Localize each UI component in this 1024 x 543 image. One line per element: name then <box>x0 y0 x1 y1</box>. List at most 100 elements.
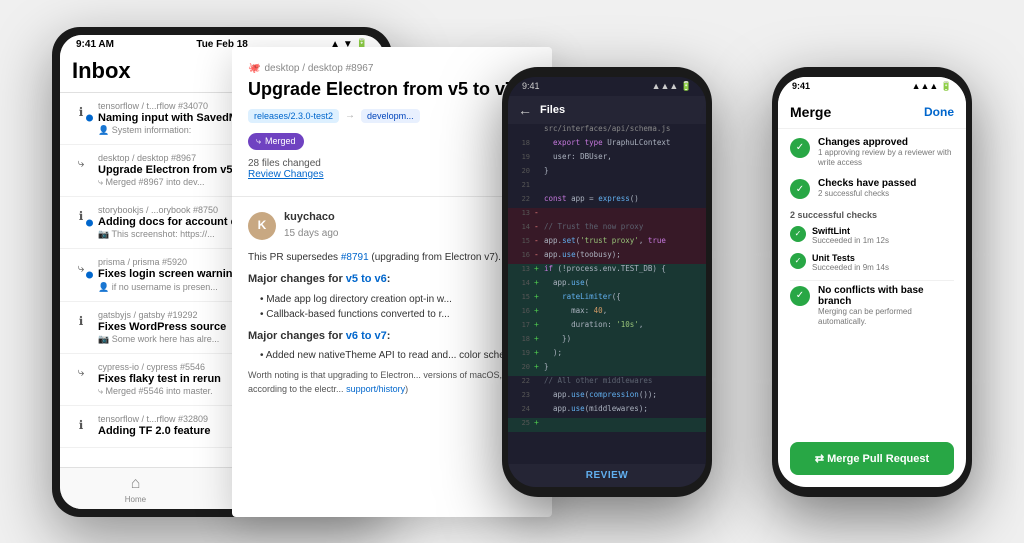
commenter-info: kuychaco 15 days ago <box>284 209 339 243</box>
code-line: 24 app.use(middlewares); <box>508 404 706 418</box>
check-approved-info: Changes approved 1 approving review by a… <box>818 137 954 169</box>
item-icon: ℹ <box>72 416 90 434</box>
unread-dot <box>86 272 93 279</box>
code-line-removed: 16 - app.use(toobusy); <box>508 250 706 264</box>
code-line-removed: 15 - app.set('trust proxy', true <box>508 236 706 250</box>
merge-status-bar: 9:41 ▲▲▲ 🔋 <box>778 77 966 96</box>
item-icon: ⤷ <box>72 155 90 173</box>
no-conflict-icon: ✓ <box>790 286 810 306</box>
check-approved-icon: ✓ <box>790 138 810 158</box>
code-line: 23 app.use(compression()); <box>508 390 706 404</box>
files-title: Files <box>540 104 565 116</box>
merged-badge-container: ⤷ Merged <box>248 131 536 150</box>
tablet-time: 9:41 AM <box>76 39 114 50</box>
unittests-name: Unit Tests <box>812 253 889 263</box>
branch-arrow-icon: → <box>345 110 355 121</box>
no-conflict-info: No conflicts with base branch Merging ca… <box>818 285 954 328</box>
sub-check-unittests: ✓ Unit Tests Succeeded in 9m 14s <box>790 253 954 272</box>
back-arrow-icon[interactable]: ← <box>518 102 532 118</box>
section-title: 2 successful checks <box>790 210 954 220</box>
pr-title: Upgrade Electron from v5 to v7 <box>248 78 536 101</box>
merge-body: ✓ Changes approved 1 approving review by… <box>778 129 966 434</box>
no-conflict-sub: Merging can be performed automatically. <box>818 307 954 328</box>
merge-pull-request-button[interactable]: ⇄ Merge Pull Request <box>790 442 954 475</box>
changes-v5-header: Major changes for v5 to v6: <box>248 271 536 288</box>
code-line-removed: 13 - <box>508 208 706 222</box>
check-approved-title: Changes approved <box>818 137 954 148</box>
check-passed-title: Checks have passed <box>818 178 916 189</box>
pr-repo-text: desktop / desktop #8967 <box>264 63 373 74</box>
code-line-added: 14 + app.use( <box>508 278 706 292</box>
merge-title: Merge <box>790 104 831 120</box>
branch-to: developm... <box>361 109 420 123</box>
swiftlint-time: Succeeded in 1m 12s <box>812 236 889 245</box>
unread-dot <box>86 219 93 226</box>
code-area: src/interfaces/api/schema.js 18 export t… <box>508 124 706 464</box>
item-icon: ⤷ <box>72 364 90 382</box>
octocat-icon: 🐙 <box>248 63 260 74</box>
code-line-added: 18 + }) <box>508 334 706 348</box>
unittests-time: Succeeded in 9m 14s <box>812 263 889 272</box>
no-conflict-item: ✓ No conflicts with base branch Merging … <box>790 280 954 328</box>
code-phone-header: ← Files <box>508 96 706 124</box>
code-line: 18 export type UraphuLContext <box>508 138 706 152</box>
change-bullet-3: • Added new nativeTheme API to read and.… <box>260 348 536 363</box>
pr-comment-header: K kuychaco 15 days ago <box>248 209 536 243</box>
code-phone-status: 9:41 ▲▲▲ 🔋 <box>508 77 706 96</box>
code-line-added: 25 + <box>508 418 706 432</box>
pr-link[interactable]: #8791 <box>341 252 369 263</box>
unittests-icon: ✓ <box>790 253 806 269</box>
pr-repo-path: 🐙 desktop / desktop #8967 <box>248 63 536 74</box>
merge-footer: ⇄ Merge Pull Request <box>778 434 966 487</box>
scene: 9:41 AM Tue Feb 18 ▲ ▼ 🔋 Inbox ≡ ℹ tenso… <box>32 17 992 527</box>
change-bullet-2: • Callback-based functions converted to … <box>260 307 536 322</box>
change-bullet-1: • Made app log directory creation opt-in… <box>260 292 536 307</box>
code-phone-screen: 9:41 ▲▲▲ 🔋 ← Files src/interfaces/api/sc… <box>508 77 706 487</box>
pr-branch-bar: releases/2.3.0-test2 → developm... <box>248 109 536 123</box>
code-line-removed: 14 - // Trust the now proxy <box>508 222 706 236</box>
merged-badge: ⤷ Merged <box>248 133 304 150</box>
inbox-title: Inbox <box>72 58 131 84</box>
merge-icon: ⤷ <box>256 136 261 147</box>
check-passed-icon: ✓ <box>790 179 810 199</box>
unittests-info: Unit Tests Succeeded in 9m 14s <box>812 253 889 272</box>
tab-home[interactable]: ⌂ Home <box>125 475 146 504</box>
code-line: 22 const app = express() <box>508 194 706 208</box>
item-icon: ℹ <box>72 312 90 330</box>
code-line-added: 13 + if (!process.env.TEST_DB) { <box>508 264 706 278</box>
comment-date: 15 days ago <box>284 226 339 242</box>
merge-phone-device: 9:41 ▲▲▲ 🔋 Merge Done ✓ Changes approved… <box>772 67 972 497</box>
commenter-avatar: K <box>248 212 276 240</box>
filename-text: src/interfaces/api/schema.js <box>544 124 702 133</box>
check-item-approved: ✓ Changes approved 1 approving review by… <box>790 137 954 169</box>
done-button[interactable]: Done <box>924 105 954 119</box>
no-conflict-title: No conflicts with base branch <box>818 285 954 307</box>
code-line-added: 17 + duration: '10s', <box>508 320 706 334</box>
merge-phone-signal: ▲▲▲ 🔋 <box>912 81 952 92</box>
branch-from: releases/2.3.0-test2 <box>248 109 339 123</box>
swiftlint-icon: ✓ <box>790 226 806 242</box>
code-phone-time: 9:41 <box>522 81 540 92</box>
commenter-name: kuychaco <box>284 209 339 227</box>
unread-dot <box>86 115 93 122</box>
tab-home-label: Home <box>125 495 146 504</box>
code-phone-footer: REVIEW <box>508 464 706 487</box>
merge-phone-time: 9:41 <box>792 81 810 92</box>
code-phone-device: 9:41 ▲▲▲ 🔋 ← Files src/interfaces/api/sc… <box>502 67 712 497</box>
pr-meta: 28 files changed Review Changes <box>248 158 536 180</box>
code-phone-signal: ▲▲▲ 🔋 <box>652 81 692 92</box>
code-line: 22 // All other middlewares <box>508 376 706 390</box>
check-passed-sub: 2 successful checks <box>818 189 916 199</box>
code-line-added: 19 + ); <box>508 348 706 362</box>
review-changes-link[interactable]: Review Changes <box>248 169 324 180</box>
review-button[interactable]: REVIEW <box>586 470 628 481</box>
sub-check-swiftlint: ✓ SwiftLint Succeeded in 1m 12s <box>790 226 954 245</box>
code-line-added: 16 + max: 40, <box>508 306 706 320</box>
swiftlint-info: SwiftLint Succeeded in 1m 12s <box>812 226 889 245</box>
code-line-added: 20 + } <box>508 362 706 376</box>
home-icon: ⌂ <box>131 475 141 493</box>
code-line-added: 15 + rateLimiter({ <box>508 292 706 306</box>
files-changed: 28 files changed <box>248 158 321 169</box>
check-approved-sub: 1 approving review by a reviewer with wr… <box>818 148 954 169</box>
swiftlint-name: SwiftLint <box>812 226 889 236</box>
